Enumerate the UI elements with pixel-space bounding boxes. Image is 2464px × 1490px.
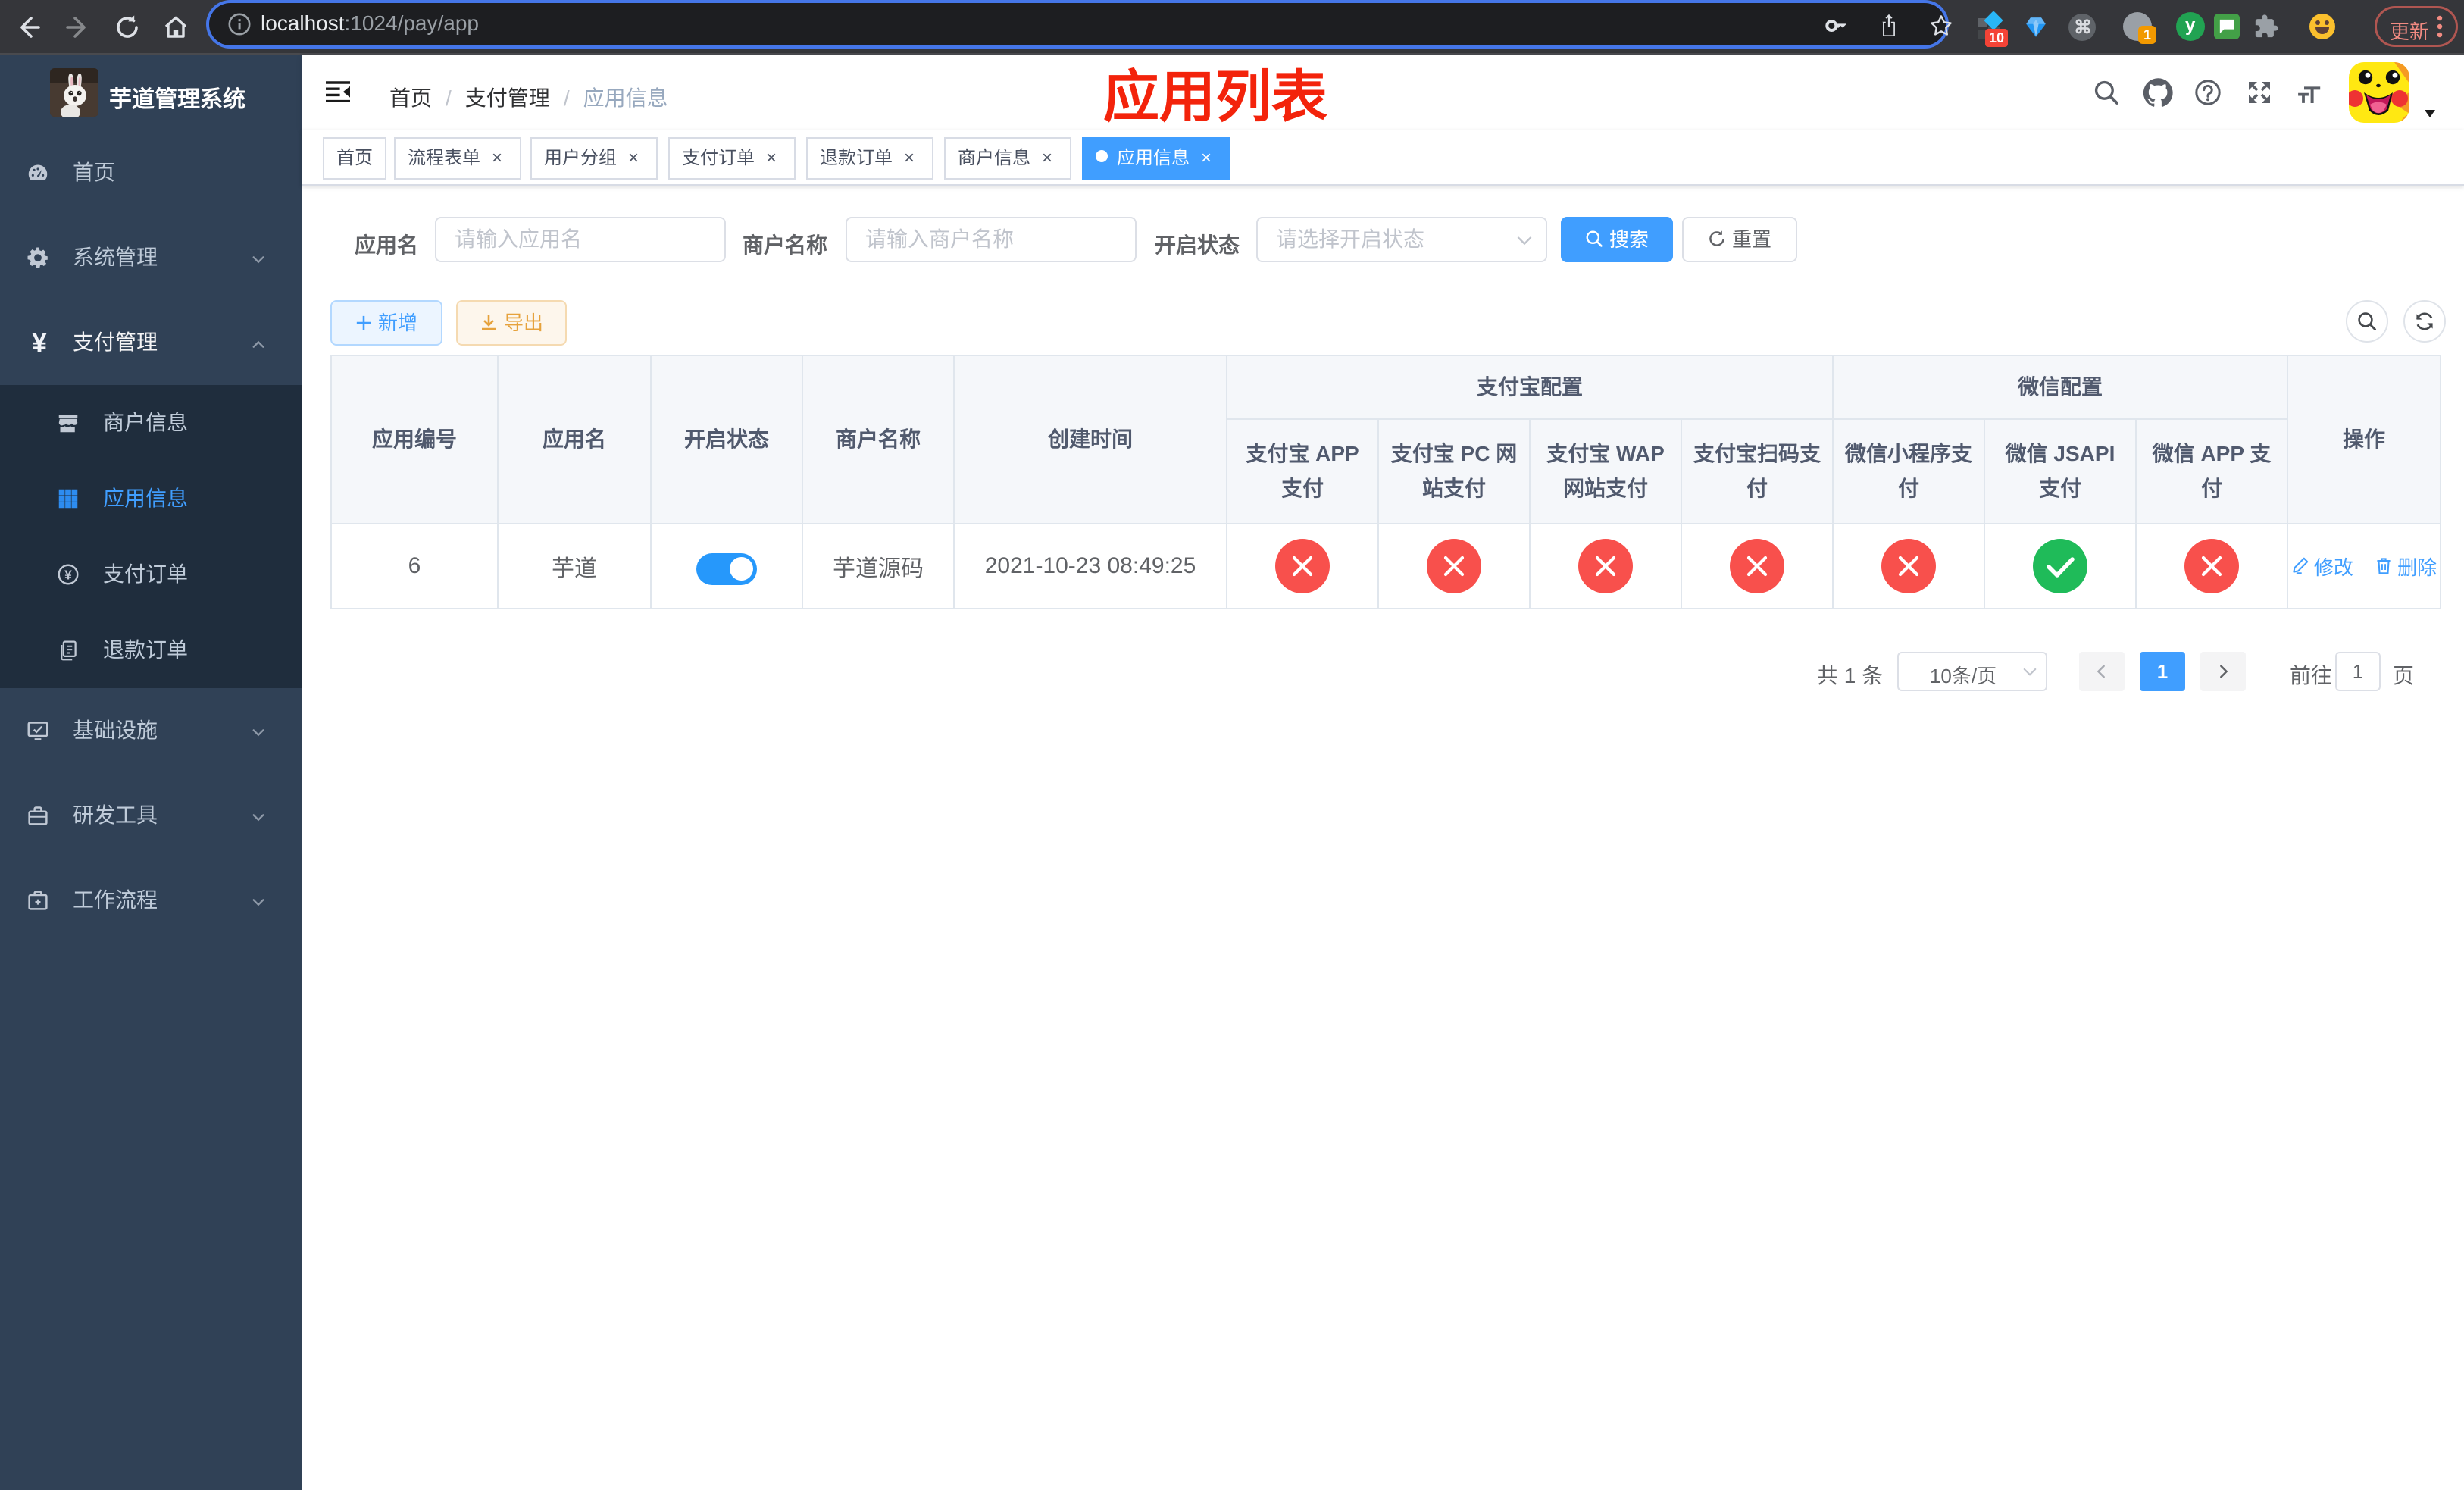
svg-text:¥: ¥	[32, 327, 47, 356]
svg-text:¥: ¥	[64, 567, 72, 582]
